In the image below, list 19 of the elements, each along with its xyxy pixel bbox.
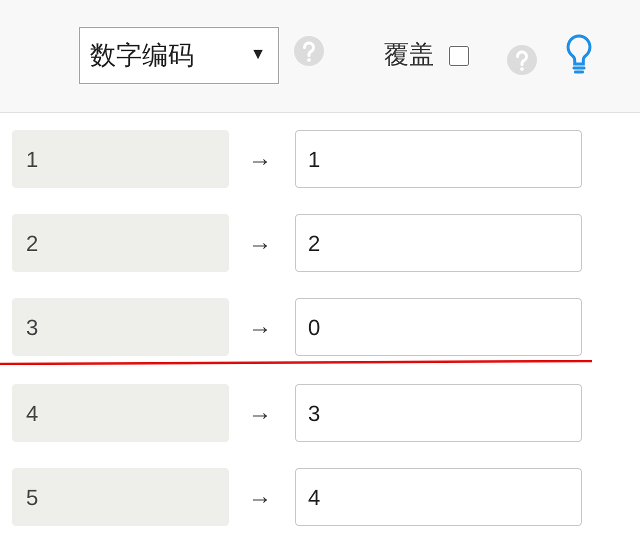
target-field[interactable]: 4 [295,468,582,526]
arrow: → [248,312,273,342]
source-cell: 5 [12,468,229,526]
source-cell: 2 [12,214,229,272]
source-cell: 1 [12,130,229,188]
source-cell: 4 [12,384,229,442]
target-field[interactable]: 0 [295,298,582,356]
arrow: → [248,144,273,174]
arrow: → [248,228,273,258]
source-cell: 3 [12,298,229,356]
overwrite-label: 覆盖 [384,40,434,72]
arrow: → [248,482,273,512]
overwrite-checkbox[interactable] [449,46,469,66]
target-field[interactable]: 2 [295,214,582,272]
lightbulb-icon[interactable] [565,33,593,75]
target-field[interactable]: 1 [295,130,582,188]
arrow: → [248,398,273,428]
target-field[interactable]: 3 [295,384,582,442]
encoding-select[interactable]: 数字编码 ▼ [79,26,279,84]
